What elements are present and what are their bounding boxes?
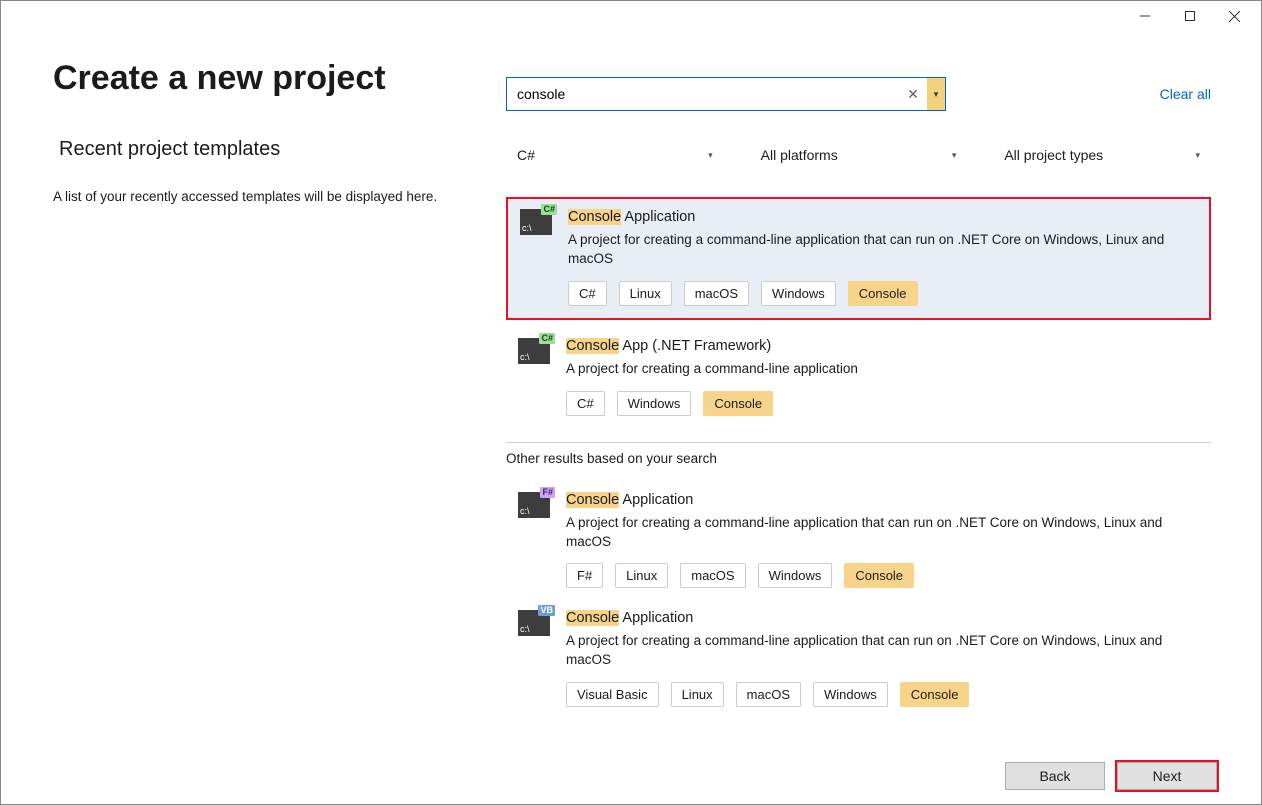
chevron-down-icon: ▾ — [952, 150, 957, 161]
template-title: Console Application — [566, 492, 1199, 508]
tag: Windows — [617, 391, 692, 416]
tag: Visual Basic — [566, 682, 659, 707]
template-list: c:\C# Console Application A project for cr… — [506, 197, 1211, 428]
language-filter[interactable]: C# ▾ — [506, 139, 724, 171]
tag: Linux — [619, 281, 672, 306]
tag: Windows — [758, 563, 833, 588]
tag: F# — [566, 563, 603, 588]
project-type-filter[interactable]: All project types ▾ — [993, 139, 1211, 171]
recent-text: A list of your recently accessed templat… — [53, 187, 466, 207]
template-item[interactable]: c:\F# Console Application A project for cr… — [506, 482, 1211, 601]
platform-filter[interactable]: All platforms ▾ — [750, 139, 968, 171]
close-button[interactable] — [1212, 2, 1257, 30]
tag: macOS — [684, 281, 749, 306]
template-icon: c:\C# — [520, 209, 552, 235]
maximize-button[interactable] — [1167, 2, 1212, 30]
language-badge: C# — [541, 204, 557, 215]
search-clear-icon[interactable]: ✕ — [899, 78, 927, 110]
template-description: A project for creating a command-line ap… — [568, 231, 1197, 269]
tag: Console — [844, 563, 914, 588]
template-title: Console App (.NET Framework) — [566, 338, 1199, 354]
tag: Console — [900, 682, 970, 707]
template-item[interactable]: c:\C# Console App (.NET Framework) A proje… — [506, 328, 1211, 428]
search-input[interactable] — [507, 78, 899, 110]
tag: C# — [566, 391, 605, 416]
other-results-heading: Other results based on your search — [506, 451, 1211, 466]
template-description: A project for creating a command-line ap… — [566, 632, 1199, 670]
template-title: Console Application — [566, 610, 1199, 626]
template-description: A project for creating a command-line ap… — [566, 360, 1199, 379]
language-badge: VB — [538, 605, 555, 616]
next-button[interactable]: Next — [1117, 762, 1217, 790]
clear-all-link[interactable]: Clear all — [1160, 86, 1211, 102]
tag-row: C# Windows Console — [566, 391, 1199, 416]
search-dropdown-icon[interactable]: ▾ — [927, 78, 945, 110]
platform-filter-label: All platforms — [761, 147, 838, 163]
tag-row: Visual Basic Linux macOS Windows Console — [566, 682, 1199, 707]
tag: Windows — [813, 682, 888, 707]
tag: macOS — [736, 682, 801, 707]
language-badge: F# — [540, 487, 555, 498]
tag: Linux — [671, 682, 724, 707]
chevron-down-icon: ▾ — [708, 150, 713, 161]
template-icon: c:\C# — [518, 338, 550, 364]
other-template-list: c:\F# Console Application A project for cr… — [506, 482, 1211, 720]
tag: Linux — [615, 563, 668, 588]
template-description: A project for creating a command-line ap… — [566, 514, 1199, 552]
search-box[interactable]: ✕ ▾ — [506, 77, 946, 111]
tag-row: F# Linux macOS Windows Console — [566, 563, 1199, 588]
template-item[interactable]: c:\VB Console Application A project for cr… — [506, 600, 1211, 719]
language-filter-label: C# — [517, 147, 535, 163]
back-button[interactable]: Back — [1005, 762, 1105, 790]
window-titlebar — [1, 1, 1261, 31]
chevron-down-icon: ▾ — [1195, 150, 1200, 161]
recent-heading: Recent project templates — [59, 138, 466, 161]
tag-row: C# Linux macOS Windows Console — [568, 281, 1197, 306]
template-icon: c:\F# — [518, 492, 550, 518]
tag: Windows — [761, 281, 836, 306]
tag: Console — [848, 281, 918, 306]
language-badge: C# — [539, 333, 555, 344]
template-icon: c:\VB — [518, 610, 550, 636]
tag: C# — [568, 281, 607, 306]
project-type-filter-label: All project types — [1004, 147, 1103, 163]
minimize-button[interactable] — [1122, 2, 1167, 30]
tag: Console — [703, 391, 773, 416]
tag: macOS — [680, 563, 745, 588]
template-item[interactable]: c:\C# Console Application A project for cr… — [506, 197, 1211, 320]
divider — [506, 442, 1211, 443]
template-title: Console Application — [568, 209, 1197, 225]
page-title: Create a new project — [53, 59, 466, 98]
